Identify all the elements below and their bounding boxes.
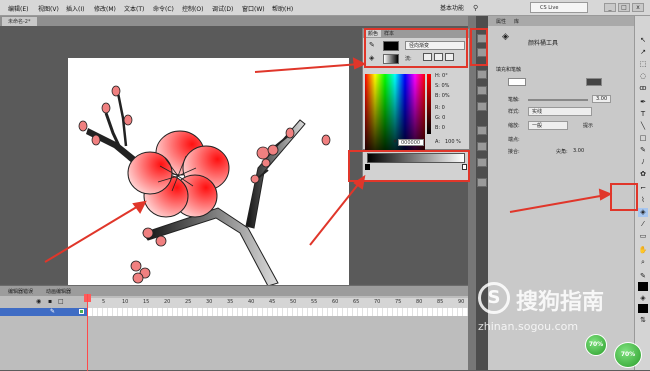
zoom-badge[interactable]: 70% xyxy=(614,342,642,368)
watermark: S 搜狗指南 zhinan.sogou.com xyxy=(478,282,638,333)
watermark-title: 搜狗指南 xyxy=(516,290,605,315)
zoom-badge[interactable]: 70% xyxy=(585,334,607,356)
sogou-logo: S xyxy=(478,282,510,314)
watermark-url: zhinan.sogou.com xyxy=(478,320,579,333)
